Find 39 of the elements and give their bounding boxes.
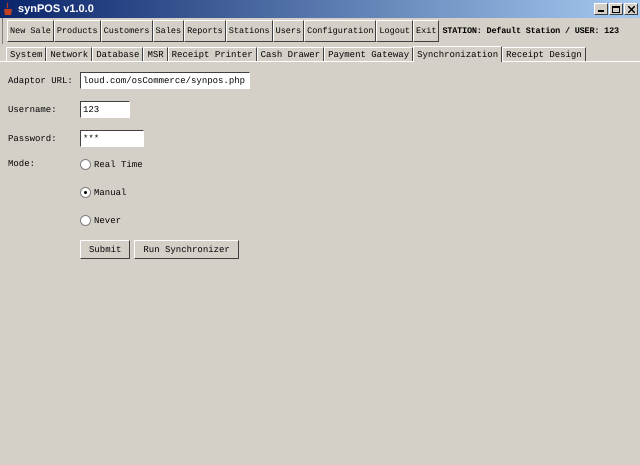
- field-label: Mode:: [8, 159, 36, 169]
- maximize-icon: [612, 6, 620, 12]
- input-field[interactable]: loud.com/osCommerce/synpos.php: [80, 72, 250, 89]
- field-label: Adaptor URL:: [8, 76, 74, 86]
- input-field[interactable]: ***: [80, 130, 144, 147]
- toolbar-button[interactable]: Logout: [376, 20, 414, 42]
- tab[interactable]: Network: [46, 47, 92, 61]
- toolbar-button[interactable]: Configuration: [304, 20, 376, 42]
- tab[interactable]: Database: [92, 47, 144, 61]
- field-label: Password:: [8, 134, 58, 144]
- toolbar-button[interactable]: Sales: [152, 20, 184, 42]
- cup-icon: [2, 2, 14, 16]
- toolbar-button[interactable]: Customers: [100, 20, 153, 42]
- toolbar-button[interactable]: Users: [272, 20, 304, 42]
- maximize-button[interactable]: [609, 3, 623, 15]
- minimize-button[interactable]: [594, 3, 608, 15]
- toolbar-button[interactable]: Exit: [413, 20, 440, 42]
- field-label: Username:: [8, 104, 58, 114]
- tab[interactable]: Synchronization: [413, 46, 502, 62]
- toolbar-button[interactable]: Reports: [184, 20, 226, 42]
- window-title: synPOS v1.0.0: [18, 3, 95, 15]
- close-button[interactable]: [624, 3, 638, 15]
- radio-option[interactable]: Real Time: [80, 159, 143, 170]
- radio-option[interactable]: Manual: [80, 187, 143, 198]
- close-icon: [628, 6, 634, 12]
- tab[interactable]: Cash Drawer: [256, 47, 324, 61]
- tab[interactable]: System: [6, 47, 46, 61]
- tab[interactable]: MSR: [143, 47, 168, 61]
- action-button[interactable]: Submit: [80, 240, 130, 259]
- input-field[interactable]: 123: [80, 101, 130, 118]
- toolbar-button[interactable]: New Sale: [7, 20, 54, 42]
- tab[interactable]: Receipt Design: [502, 47, 586, 61]
- radio-option[interactable]: Never: [80, 215, 143, 226]
- tab[interactable]: Receipt Printer: [168, 47, 257, 61]
- toolbar-button[interactable]: Stations: [226, 20, 273, 42]
- status-text: STATION: Default Station / USER: 123: [442, 26, 619, 36]
- toolbar-button[interactable]: Products: [54, 20, 101, 42]
- tab[interactable]: Payment Gateway: [324, 47, 414, 61]
- action-button[interactable]: Run Synchronizer: [134, 240, 239, 259]
